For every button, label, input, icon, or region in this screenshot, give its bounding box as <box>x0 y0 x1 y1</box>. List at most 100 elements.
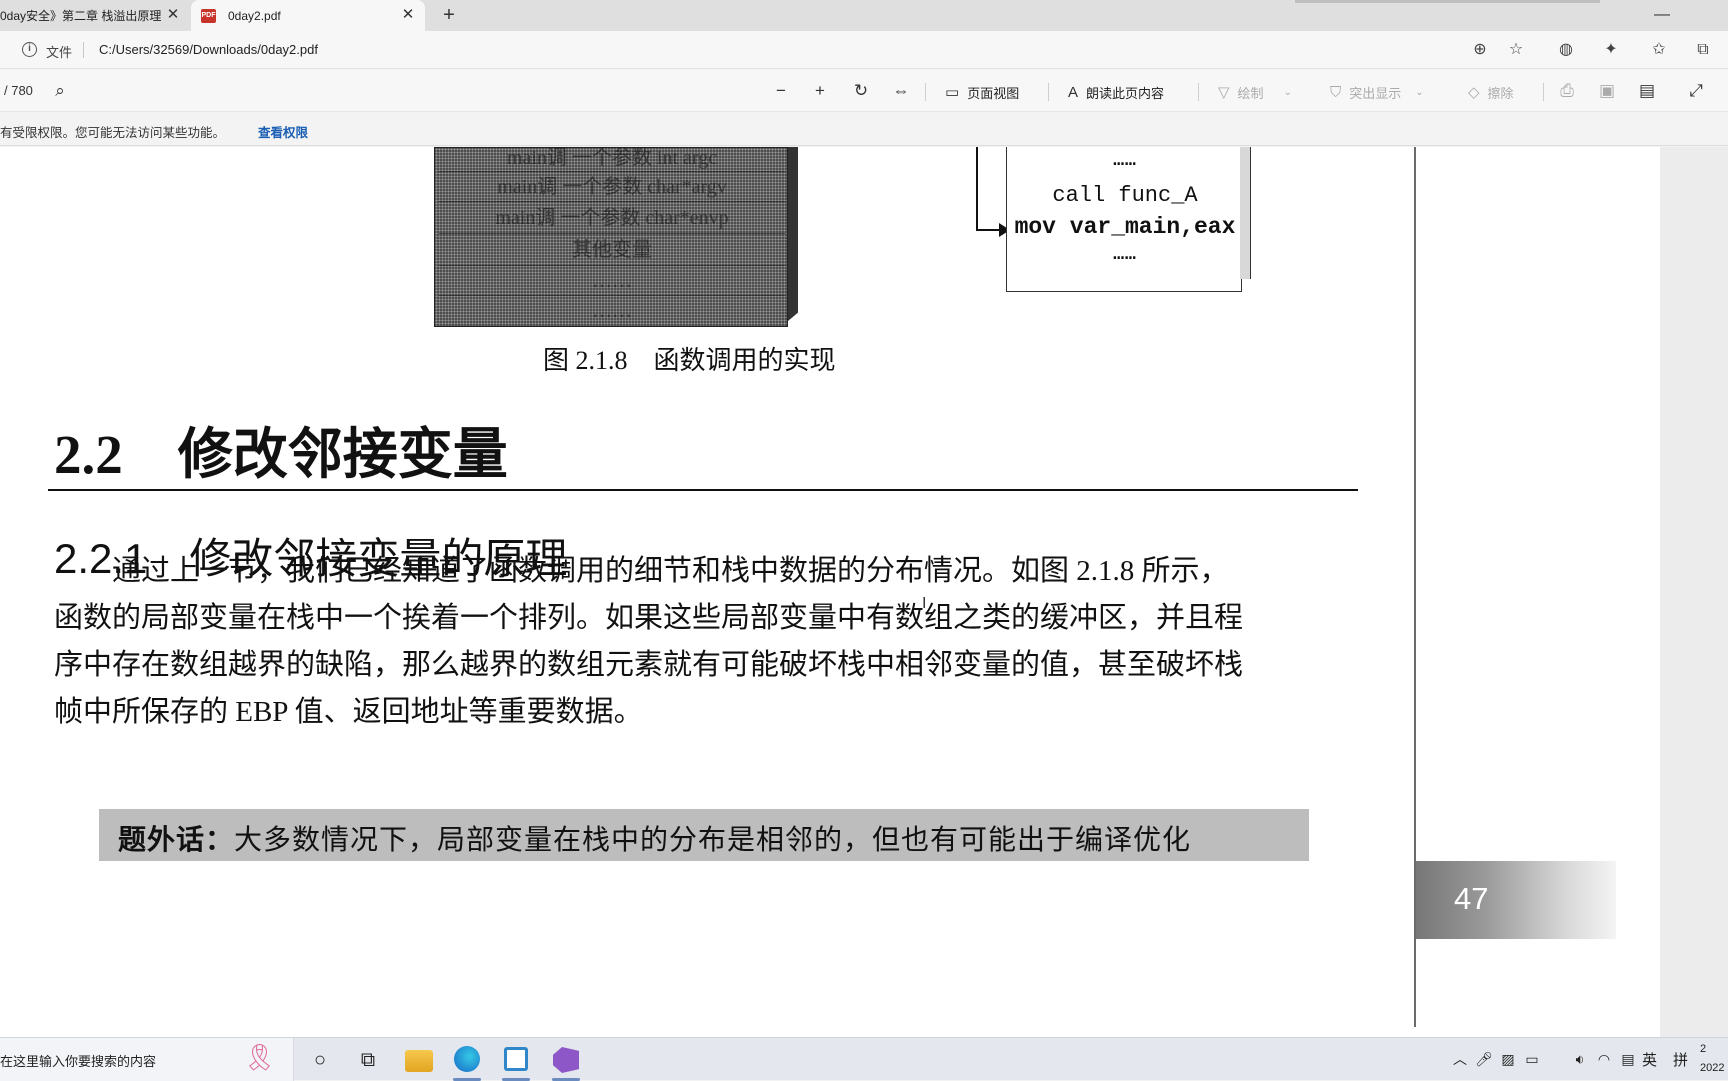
fullscreen-icon[interactable]: ⤢ <box>1685 80 1707 102</box>
page-view-icon: ▭ <box>945 84 960 101</box>
stack-diagram: main调 一个参数 int argc main调 一个参数 char*argv… <box>434 147 788 327</box>
notice-text: 有受限权限。您可能无法访问某些功能。 <box>0 126 226 140</box>
address-bar: i 文件 C:/Users/32569/Downloads/0day2.pdf … <box>0 31 1728 69</box>
fit-width-icon[interactable]: ⇔ <box>890 80 912 102</box>
highlight-label: 突出显示 <box>1349 85 1402 101</box>
extensions-icon[interactable]: ✦ <box>1600 39 1622 61</box>
tracking-prevention-icon[interactable]: ◍ <box>1555 39 1577 61</box>
code-diagram-side <box>1240 147 1251 279</box>
stack-row: …… <box>439 266 785 296</box>
show-hidden-icons-icon[interactable]: ︿ <box>1450 1049 1470 1069</box>
rotate-icon[interactable]: ↻ <box>850 80 872 102</box>
read-aloud-label: 朗读此页内容 <box>1086 85 1165 101</box>
search-icon[interactable]: ⌕ <box>49 80 71 102</box>
system-clock[interactable]: 2 2022 <box>1700 1040 1724 1078</box>
page-view-button[interactable]: ▭ 页面视图 <box>945 82 1019 102</box>
tab-title: 0day2.pdf <box>228 8 281 23</box>
minimize-button[interactable]: — <box>1640 2 1684 28</box>
ime-language[interactable]: 英 <box>1642 1049 1657 1070</box>
tab-title: 0day安全》第二章 栈溢出原理 <box>0 9 162 23</box>
pdf-toolbar: / 780 ⌕ − + ↻ ⇔ ▭ 页面视图 A 朗读此页内容 ▽ 绘制 ⌄ ⛉… <box>0 70 1728 112</box>
new-tab-button[interactable]: + <box>438 4 460 26</box>
paragraph-line: 序中存在数组越界的缺陷，那么越界的数组元素就有可能破坏栈中相邻变量的值，甚至破坏… <box>54 649 1244 681</box>
search-input[interactable]: 在这里输入你要搜索的内容 <box>0 1051 156 1070</box>
stack-diagram-side <box>788 147 798 321</box>
stack-row: main调 一个参数 char*envp <box>439 202 785 234</box>
favorites-icon[interactable]: ✩ <box>1648 39 1670 61</box>
microphone-icon[interactable]: 🎤︎ <box>1474 1049 1494 1069</box>
save-as-icon[interactable]: ▤ <box>1636 80 1658 102</box>
code-line: …… <box>1113 245 1137 265</box>
close-icon[interactable]: ✕ <box>164 6 182 24</box>
draw-label: 绘制 <box>1237 85 1264 101</box>
ribbon-icon: 🎗 <box>243 1042 277 1072</box>
vmware-icon[interactable] <box>504 1047 528 1071</box>
edge-icon[interactable] <box>454 1046 480 1072</box>
chevron-down-icon: ⌄ <box>1283 86 1292 98</box>
viewer-gutter <box>1660 147 1728 1037</box>
cortana-icon[interactable]: ○ <box>304 1044 336 1076</box>
code-line: mov var_main,eax <box>1014 214 1236 240</box>
pdf-viewport[interactable]: main调 一个参数 int argc main调 一个参数 char*argv… <box>0 147 1728 1037</box>
stack-row: main调 一个参数 char*argv <box>439 172 785 202</box>
erase-label: 擦除 <box>1487 85 1514 101</box>
task-view-icon[interactable]: ⧉ <box>352 1044 384 1076</box>
tab-strip: 0day安全》第二章 栈溢出原理 ✕ PDF 0day2.pdf ✕ + — <box>0 0 1728 31</box>
print-icon[interactable]: ⎙ <box>1556 80 1578 102</box>
clock-date: 2022 <box>1700 1062 1725 1074</box>
erase-button[interactable]: ◇ 擦除 <box>1468 82 1514 102</box>
view-permissions-link[interactable]: 查看权限 <box>258 122 308 141</box>
volume-icon[interactable]: 🔉︎ <box>1570 1049 1590 1069</box>
aside-label: 题外话： <box>118 827 235 858</box>
visual-studio-icon[interactable] <box>553 1047 579 1073</box>
draw-icon: ▽ <box>1218 84 1230 101</box>
code-line: …… <box>1113 151 1137 171</box>
battery-icon[interactable]: ▭ <box>1522 1049 1542 1069</box>
code-diagram: …… call func_A mov var_main,eax …… <box>1006 147 1242 292</box>
ime-mode[interactable]: 拼 <box>1673 1049 1688 1070</box>
return-arrow <box>976 147 978 230</box>
aside-body: 大多数情况下，局部变量在栈中的分布是相邻的，但也有可能出于编译优化 <box>234 827 1192 858</box>
zoom-out-icon[interactable]: − <box>770 80 792 102</box>
page-count: / 780 <box>4 83 33 98</box>
zoom-icon[interactable]: ⊕ <box>1469 39 1491 61</box>
security-icon[interactable]: ▨ <box>1498 1049 1518 1069</box>
add-favorite-icon[interactable]: ☆ <box>1505 39 1527 61</box>
page-view-label: 页面视图 <box>967 85 1020 101</box>
network-icon[interactable]: ◠ <box>1594 1049 1614 1069</box>
tab-0day2-pdf[interactable]: PDF 0day2.pdf ✕ <box>191 0 425 31</box>
highlight-button[interactable]: ⛉ 突出显示 ⌄ <box>1330 82 1432 102</box>
collections-icon[interactable]: ⧉ <box>1692 39 1714 61</box>
stack-row: 其他变量 <box>439 234 785 266</box>
divider <box>1048 83 1049 101</box>
file-scheme-label[interactable]: 文件 <box>46 42 72 61</box>
stack-row: main调 一个参数 int argc <box>439 148 785 172</box>
pdf-page: main调 一个参数 int argc main调 一个参数 char*argv… <box>0 147 1660 1037</box>
stack-row: …… <box>592 300 632 322</box>
pdf-file-icon: PDF <box>201 8 216 23</box>
file-explorer-icon[interactable] <box>405 1050 433 1072</box>
tab-0day-chapter2[interactable]: 0day安全》第二章 栈溢出原理 ✕ <box>0 0 190 31</box>
page-number-tab: 47 <box>1416 861 1616 939</box>
read-aloud-button[interactable]: A 朗读此页内容 <box>1068 82 1164 102</box>
url-field[interactable]: C:/Users/32569/Downloads/0day2.pdf <box>99 42 318 57</box>
eraser-icon: ◇ <box>1468 84 1480 101</box>
highlight-icon: ⛉ <box>1330 83 1342 101</box>
chevron-down-icon: ⌄ <box>1415 86 1424 98</box>
save-icon[interactable]: ▣ <box>1596 80 1618 102</box>
code-line: call func_A <box>1052 183 1198 208</box>
draw-button[interactable]: ▽ 绘制 ⌄ <box>1218 82 1300 102</box>
divider <box>83 42 84 58</box>
taskbar: 在这里输入你要搜索的内容 🎗 ○ ⧉ ︿ 🎤︎ ▨ ▭ 🔉︎ ◠ ▤ 英 拼 2… <box>0 1037 1728 1081</box>
text-cursor-icon: I <box>922 595 927 612</box>
close-icon[interactable]: ✕ <box>399 6 417 24</box>
paragraph-line: 帧中所保存的 EBP 值、返回地址等重要数据。 <box>54 696 643 728</box>
taskbar-search[interactable]: 在这里输入你要搜索的内容 🎗 <box>0 1038 294 1081</box>
info-icon[interactable]: i <box>22 42 37 57</box>
divider <box>1543 83 1544 101</box>
aside-box: 题外话：大多数情况下，局部变量在栈中的分布是相邻的，但也有可能出于编译优化 <box>99 809 1309 861</box>
zoom-in-icon[interactable]: + <box>809 80 831 102</box>
page-number: 47 <box>1454 881 1489 916</box>
clipboard-icon[interactable]: ▤ <box>1618 1049 1638 1069</box>
heading-rule <box>48 489 1358 491</box>
